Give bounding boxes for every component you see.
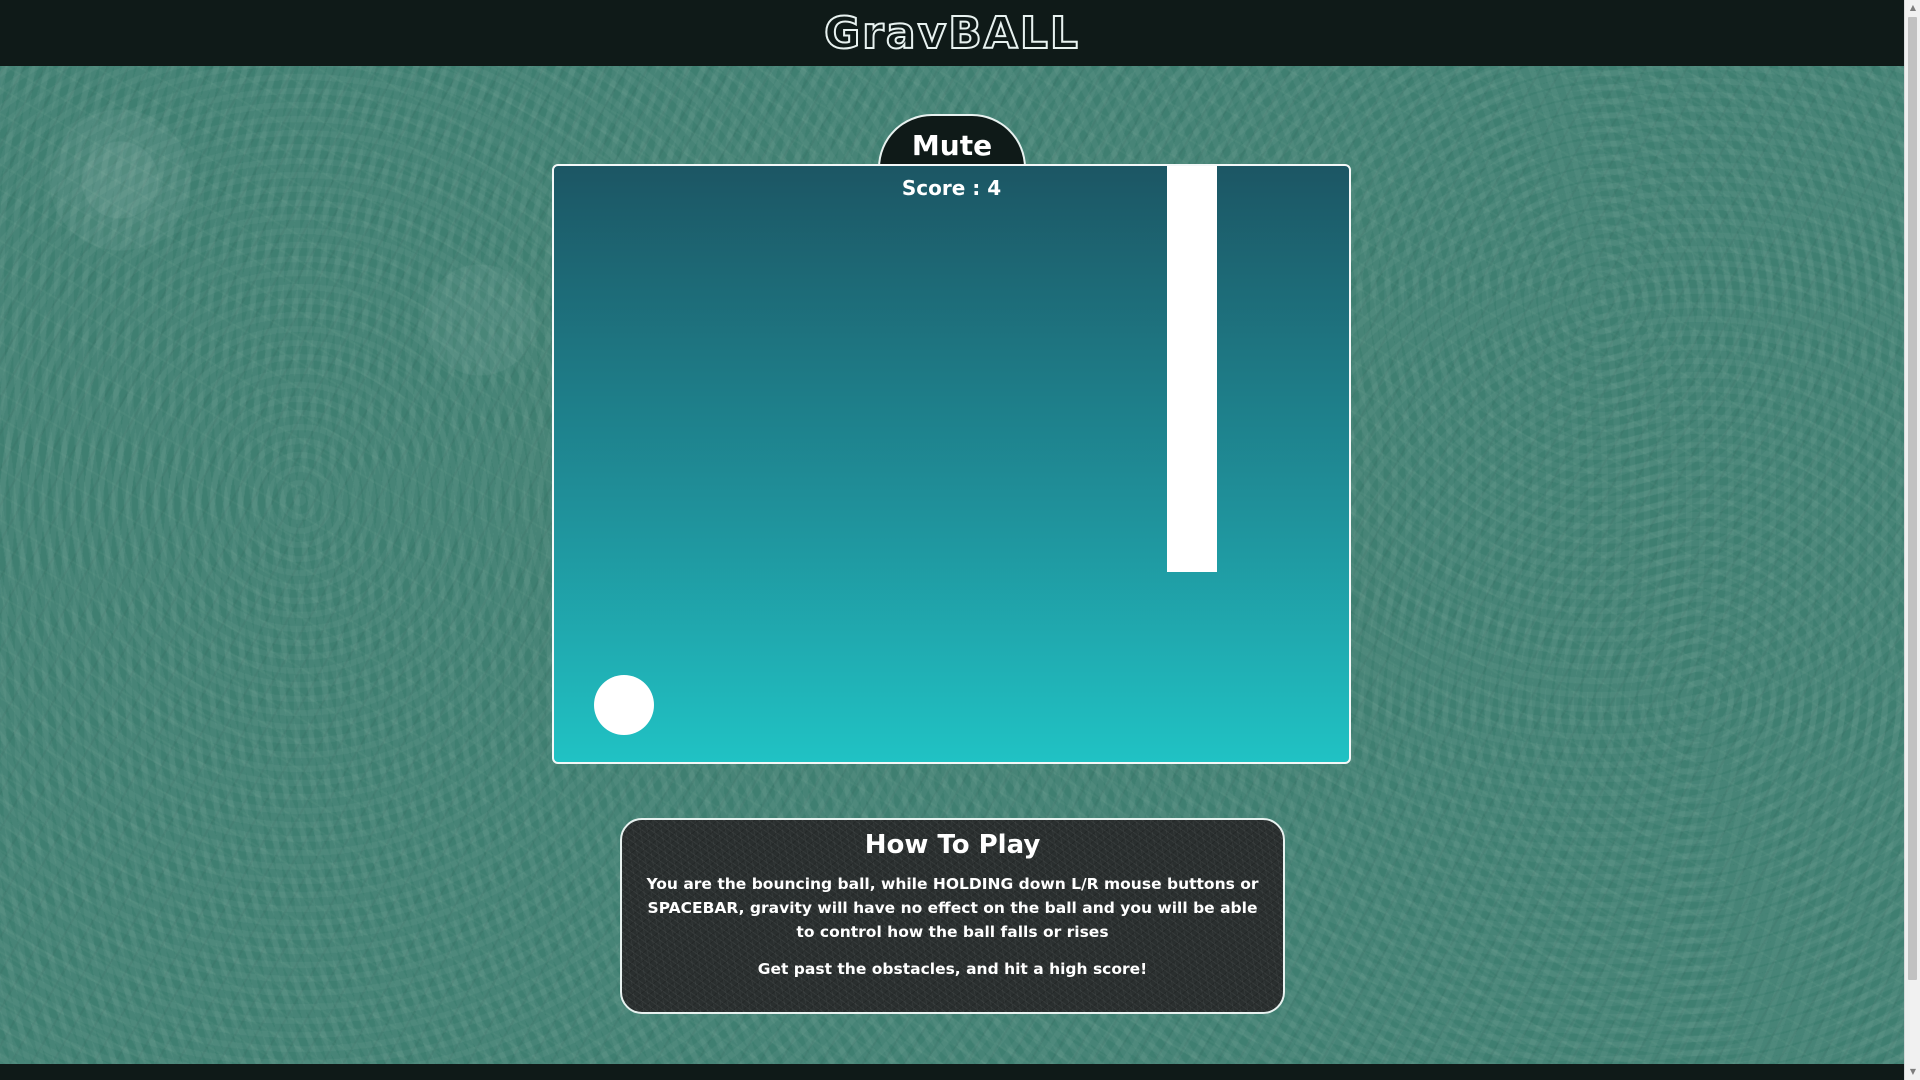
- obstacle-pillar: [1167, 166, 1217, 572]
- how-to-play-description: You are the bouncing ball, while HOLDING…: [646, 875, 1259, 941]
- how-to-play-goal: Get past the obstacles, and hit a high s…: [757, 960, 1148, 978]
- header-bar: GravBALL: [0, 0, 1904, 66]
- scrollbar-thumb[interactable]: [1908, 17, 1917, 980]
- how-to-play-panel: How To Play You are the bouncing ball, w…: [620, 818, 1285, 1014]
- footer-bar: [0, 1064, 1904, 1080]
- scroll-down-arrow-icon[interactable]: ▼: [1905, 1064, 1920, 1080]
- vertical-scrollbar[interactable]: ▲ ▼: [1904, 0, 1920, 1080]
- game-canvas[interactable]: Score : 4: [552, 164, 1351, 764]
- score-display: Score : 4: [901, 176, 1002, 200]
- how-to-play-title: How To Play: [864, 830, 1041, 860]
- gravball-logo: GravBALL: [823, 7, 1080, 60]
- player-ball: [594, 675, 654, 735]
- scroll-up-arrow-icon[interactable]: ▲: [1905, 0, 1920, 16]
- mute-button[interactable]: Mute: [878, 114, 1026, 168]
